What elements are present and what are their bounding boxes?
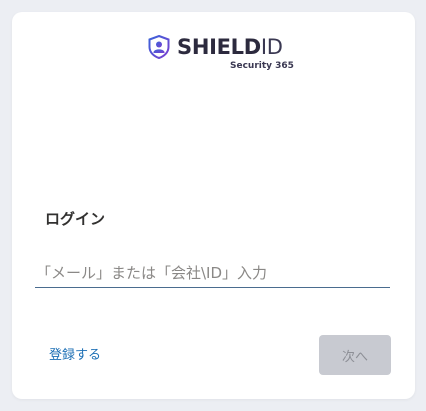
register-link[interactable]: 登録する [49,347,101,365]
shield-person-icon [148,35,170,59]
next-button[interactable]: 次へ [319,335,391,375]
email-or-company-id-input[interactable] [35,258,390,288]
brand-name: SHIELDID [177,34,283,60]
brand-subtitle: Security 365 [230,61,294,71]
login-card: SHIELDID Security 365 ログイン 登録する 次へ [12,12,415,399]
brand-name-light: ID [260,35,283,59]
brand-name-strong: SHIELD [177,35,261,59]
brand-logo: SHIELDID Security 365 [148,34,294,74]
page-title: ログイン [45,210,106,228]
